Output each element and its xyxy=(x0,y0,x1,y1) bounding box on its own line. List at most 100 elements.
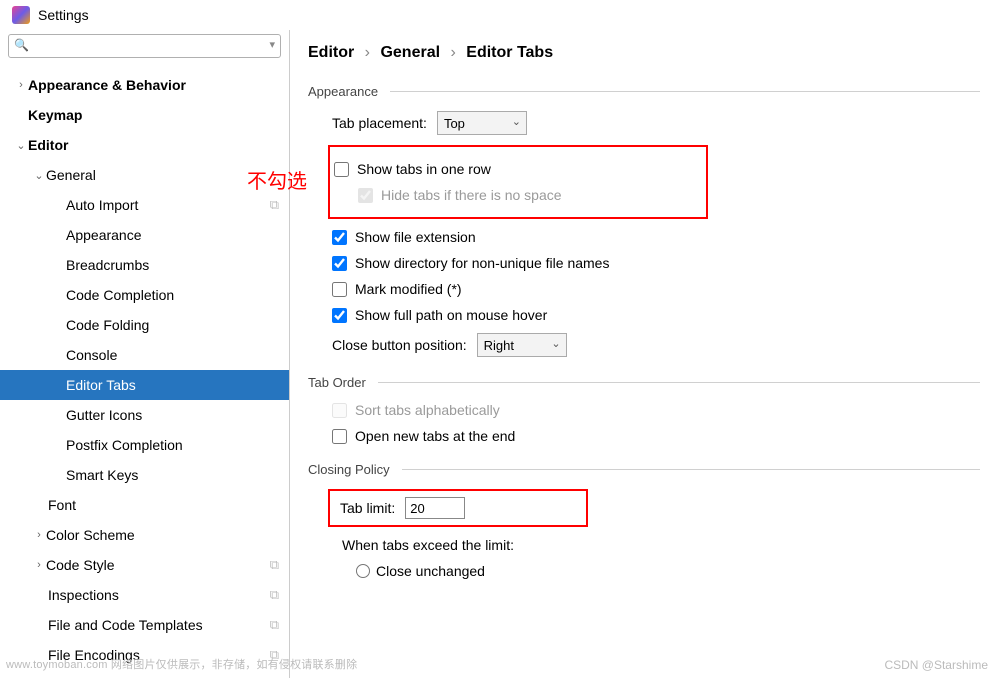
checkbox-label: Sort tabs alphabetically xyxy=(355,402,500,418)
copy-icon: ⧉ xyxy=(270,197,279,213)
radio-row: Close unchanged xyxy=(356,563,980,579)
titlebar: Settings xyxy=(0,0,1000,30)
chevron-down-icon: ⌄ xyxy=(14,139,28,152)
checkbox-label: Show tabs in one row xyxy=(357,161,491,177)
chevron-right-icon: › xyxy=(32,529,46,541)
section-closing-policy: Closing Policy xyxy=(308,462,980,477)
checkbox-label: Open new tabs at the end xyxy=(355,428,515,444)
annotation-uncheck: 不勾选 xyxy=(247,165,307,194)
checkbox-open-end[interactable] xyxy=(332,429,347,444)
tree-item-smart-keys[interactable]: Smart Keys xyxy=(0,460,289,490)
section-label: Appearance xyxy=(308,84,378,99)
checkbox-show-full-path[interactable] xyxy=(332,308,347,323)
tree-label: Color Scheme xyxy=(46,527,279,543)
tree-item-code-folding[interactable]: Code Folding xyxy=(0,310,289,340)
tree-label: Code Completion xyxy=(66,287,279,303)
tree-item-code-completion[interactable]: Code Completion xyxy=(0,280,289,310)
tree-item-postfix-completion[interactable]: Postfix Completion xyxy=(0,430,289,460)
tree-label: Font xyxy=(48,497,279,513)
label-when-exceed: When tabs exceed the limit: xyxy=(342,537,514,553)
copy-icon: ⧉ xyxy=(270,557,279,573)
watermark-left: www.toymoban.com 网络图片仅供展示，非存储，如有侵权请联系删除 xyxy=(6,656,357,672)
checkbox-label: Hide tabs if there is no space xyxy=(381,187,562,203)
tree-label: Auto Import xyxy=(66,197,270,213)
breadcrumb-part: Editor Tabs xyxy=(466,44,553,61)
input-tab-limit[interactable] xyxy=(405,497,465,519)
tree-label: Keymap xyxy=(28,107,279,123)
row-when-exceed: When tabs exceed the limit: xyxy=(342,537,980,553)
tree-item-keymap[interactable]: Keymap xyxy=(0,100,289,130)
highlight-box-uncheck: Show tabs in one row Hide tabs if there … xyxy=(328,145,708,219)
divider xyxy=(390,91,980,92)
tree-label: Code Style xyxy=(46,557,270,573)
checkbox-row: Show tabs in one row xyxy=(334,161,702,177)
search-input[interactable] xyxy=(8,34,281,58)
tree-item-editor-tabs[interactable]: Editor Tabs xyxy=(0,370,289,400)
divider xyxy=(378,382,980,383)
tree-item-general[interactable]: ⌄General xyxy=(0,160,289,190)
label-tab-limit: Tab limit: xyxy=(340,500,395,516)
highlight-box-tab-limit: Tab limit: xyxy=(328,489,588,527)
select-tab-placement[interactable]: Top xyxy=(437,111,527,135)
checkbox-show-ext[interactable] xyxy=(332,230,347,245)
section-appearance: Appearance xyxy=(308,84,980,99)
select-close-button-pos[interactable]: Right xyxy=(477,333,567,357)
app-icon xyxy=(12,6,30,24)
breadcrumb-sep: › xyxy=(365,44,370,61)
divider xyxy=(402,469,980,470)
tree-item-color-scheme[interactable]: ›Color Scheme xyxy=(0,520,289,550)
radio-label: Close unchanged xyxy=(376,563,485,579)
tree-item-appearance[interactable]: Appearance xyxy=(0,220,289,250)
checkbox-mark-modified[interactable] xyxy=(332,282,347,297)
tree-item-auto-import[interactable]: Auto Import⧉ xyxy=(0,190,289,220)
tree-label: General xyxy=(46,167,279,183)
tree-item-console[interactable]: Console xyxy=(0,340,289,370)
checkbox-label: Mark modified (*) xyxy=(355,281,462,297)
tree-item-font[interactable]: Font xyxy=(0,490,289,520)
tree-item-breadcrumbs[interactable]: Breadcrumbs xyxy=(0,250,289,280)
tree-label: Appearance xyxy=(66,227,279,243)
checkbox-row: Sort tabs alphabetically xyxy=(332,402,980,418)
section-label: Tab Order xyxy=(308,375,366,390)
tree-label: Gutter Icons xyxy=(66,407,279,423)
tree-item-code-style[interactable]: ›Code Style⧉ xyxy=(0,550,289,580)
label-close-button-pos: Close button position: xyxy=(332,337,467,353)
checkbox-row: Show file extension xyxy=(332,229,980,245)
tree-item-inspections[interactable]: Inspections⧉ xyxy=(0,580,289,610)
chevron-right-icon: › xyxy=(14,79,28,91)
tree-label: Editor Tabs xyxy=(66,377,279,393)
main-layout: 🔍 ▾ ›Appearance & Behavior Keymap ⌄Edito… xyxy=(0,30,1000,678)
watermark-right: CSDN @Starshime xyxy=(884,658,988,672)
settings-sidebar: 🔍 ▾ ›Appearance & Behavior Keymap ⌄Edito… xyxy=(0,30,290,678)
checkbox-show-dir[interactable] xyxy=(332,256,347,271)
checkbox-row: Hide tabs if there is no space xyxy=(358,187,702,203)
checkbox-label: Show full path on mouse hover xyxy=(355,307,547,323)
tree-label: Appearance & Behavior xyxy=(28,77,279,93)
section-tab-order: Tab Order xyxy=(308,375,980,390)
checkbox-sort-alpha xyxy=(332,403,347,418)
checkbox-label: Show directory for non-unique file names xyxy=(355,255,609,271)
label-tab-placement: Tab placement: xyxy=(332,115,427,131)
breadcrumb-part[interactable]: Editor xyxy=(308,44,354,61)
breadcrumb-sep: › xyxy=(451,44,456,61)
tree-item-file-code-templates[interactable]: File and Code Templates⧉ xyxy=(0,610,289,640)
checkbox-hide-no-space xyxy=(358,188,373,203)
breadcrumb: Editor › General › Editor Tabs xyxy=(308,44,980,62)
tree-item-appearance-behavior[interactable]: ›Appearance & Behavior xyxy=(0,70,289,100)
tree-label: Postfix Completion xyxy=(66,437,279,453)
tree-label: Code Folding xyxy=(66,317,279,333)
checkbox-row: Show directory for non-unique file names xyxy=(332,255,980,271)
breadcrumb-part[interactable]: General xyxy=(380,44,440,61)
radio-close-unchanged[interactable] xyxy=(356,564,370,578)
tree-label: Smart Keys xyxy=(66,467,279,483)
checkbox-show-one-row[interactable] xyxy=(334,162,349,177)
tree-label: File and Code Templates xyxy=(48,617,270,633)
tree-item-editor[interactable]: ⌄Editor xyxy=(0,130,289,160)
tree-item-gutter-icons[interactable]: Gutter Icons xyxy=(0,400,289,430)
copy-icon: ⧉ xyxy=(270,587,279,603)
tree-label: Console xyxy=(66,347,279,363)
search-row: 🔍 ▾ xyxy=(0,30,289,64)
checkbox-row: Show full path on mouse hover xyxy=(332,307,980,323)
checkbox-label: Show file extension xyxy=(355,229,476,245)
window-title: Settings xyxy=(38,7,89,23)
